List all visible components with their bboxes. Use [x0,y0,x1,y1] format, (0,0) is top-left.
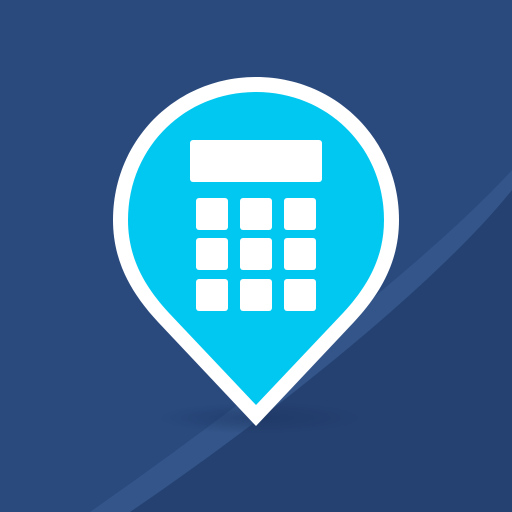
keypad-key [240,238,272,270]
keypad-key [284,198,316,230]
keypad-key [240,279,272,311]
keypad-key [196,238,228,270]
calculator-location-pin-icon [0,0,512,512]
app-icon [0,0,512,512]
keypad-key [196,198,228,230]
keypad-key [240,198,272,230]
keypad-key [284,279,316,311]
calculator-keypad [196,198,316,311]
keypad-key [284,238,316,270]
calculator-display [190,140,322,182]
keypad-key [196,279,228,311]
